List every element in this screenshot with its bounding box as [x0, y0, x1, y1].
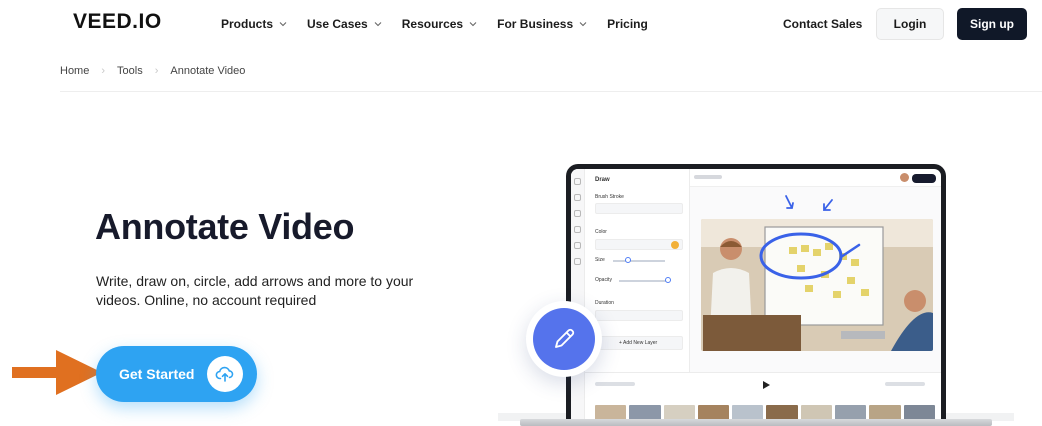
- opacity-slider: [619, 280, 669, 282]
- chevron-down-icon: [279, 22, 287, 27]
- chevron-right-icon: ›: [154, 65, 159, 77]
- breadcrumb-home[interactable]: Home: [60, 65, 89, 77]
- get-started-button[interactable]: Get Started: [96, 346, 257, 402]
- chevron-down-icon: [469, 22, 477, 27]
- size-knob: [625, 257, 631, 263]
- export-button: [912, 174, 936, 183]
- contact-sales-link[interactable]: Contact Sales: [783, 17, 862, 31]
- nav-pricing[interactable]: Pricing: [607, 17, 648, 31]
- chevron-down-icon: [374, 22, 382, 27]
- size-slider: [613, 260, 665, 262]
- main-nav: Products Use Cases Resources For Busines…: [221, 17, 648, 31]
- color-label: Color: [595, 229, 607, 235]
- login-button[interactable]: Login: [876, 8, 944, 40]
- nav-resources-label: Resources: [401, 17, 464, 31]
- header-divider: [60, 91, 1042, 92]
- breadcrumb-tools[interactable]: Tools: [117, 65, 143, 77]
- chevron-right-icon: ›: [101, 65, 106, 77]
- pencil-badge: [526, 301, 602, 377]
- hero-subtitle: Write, draw on, circle, add arrows and m…: [96, 273, 414, 308]
- chevron-down-icon: [579, 22, 587, 27]
- opacity-label: Opacity: [595, 277, 612, 283]
- nav-for-business[interactable]: For Business: [497, 17, 588, 31]
- color-field: [595, 239, 683, 250]
- breadcrumb: Home › Tools › Annotate Video: [60, 65, 245, 77]
- nav-products[interactable]: Products: [221, 17, 288, 31]
- editor-screenshot: Draw Brush Stroke Color Size Opacity Dur…: [571, 169, 941, 426]
- editor-topbar: [690, 169, 941, 187]
- pencil-icon: [533, 308, 595, 370]
- breadcrumb-current: Annotate Video: [170, 65, 246, 77]
- laptop-mockup: Draw Brush Stroke Color Size Opacity Dur…: [566, 164, 946, 426]
- arrow-right-icon: [12, 350, 102, 395]
- add-layer-label: + Add New Layer: [619, 340, 658, 346]
- brush-label: Brush Stroke: [595, 194, 624, 200]
- avatar: [900, 173, 909, 182]
- duration-label: Duration: [595, 300, 614, 306]
- nav-use-cases-label: Use Cases: [307, 17, 368, 31]
- opacity-knob: [665, 277, 671, 283]
- nav-products-label: Products: [221, 17, 274, 31]
- editor-tool-rail: [571, 169, 585, 426]
- office-video-frame: [701, 219, 933, 351]
- draw-panel-title: Draw: [595, 177, 610, 183]
- play-icon: [763, 381, 770, 389]
- nav-for-business-label: For Business: [497, 17, 574, 31]
- drawn-arrows: [785, 195, 833, 211]
- timeline-zoom: [885, 382, 925, 386]
- site-header: VEED.IO Products Use Cases Resources For…: [0, 0, 1042, 48]
- nav-use-cases[interactable]: Use Cases: [307, 17, 383, 31]
- veed-logo[interactable]: VEED.IO: [73, 10, 162, 34]
- signup-button[interactable]: Sign up: [957, 8, 1027, 40]
- size-label: Size: [595, 257, 605, 263]
- laptop-base: [520, 419, 992, 426]
- timeline-tools: [595, 382, 635, 386]
- duration-field: [595, 310, 683, 321]
- upload-cloud-icon: [207, 356, 243, 392]
- color-swatch: [671, 241, 679, 249]
- brush-select: [595, 203, 683, 214]
- get-started-label: Get Started: [119, 366, 195, 382]
- nav-pricing-label: Pricing: [607, 17, 648, 31]
- project-name: [694, 175, 722, 179]
- page-title: Annotate Video: [95, 206, 355, 247]
- editor-timeline: [585, 372, 941, 426]
- nav-resources[interactable]: Resources: [402, 17, 478, 31]
